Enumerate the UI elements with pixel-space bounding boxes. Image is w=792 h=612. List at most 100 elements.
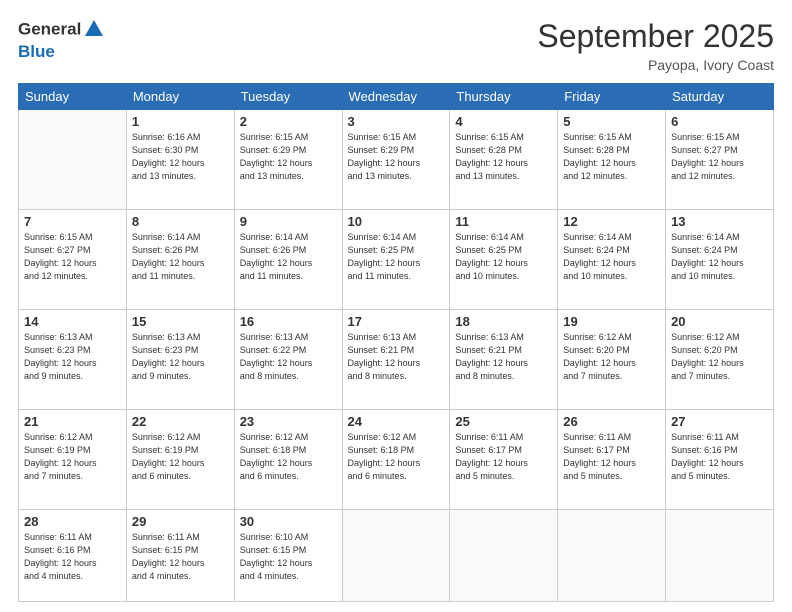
table-cell: 11 Sunrise: 6:14 AMSunset: 6:25 PMDayligh… [450, 210, 558, 310]
day-info: Sunrise: 6:14 AMSunset: 6:24 PMDaylight:… [563, 231, 660, 283]
table-cell: 26 Sunrise: 6:11 AMSunset: 6:17 PMDayligh… [558, 410, 666, 510]
location: Payopa, Ivory Coast [537, 57, 774, 73]
table-cell: 8 Sunrise: 6:14 AMSunset: 6:26 PMDaylight… [126, 210, 234, 310]
day-info: Sunrise: 6:12 AMSunset: 6:18 PMDaylight:… [348, 431, 445, 483]
day-number: 29 [132, 514, 229, 529]
table-cell [19, 110, 127, 210]
day-number: 12 [563, 214, 660, 229]
day-info: Sunrise: 6:11 AMSunset: 6:17 PMDaylight:… [563, 431, 660, 483]
header-monday: Monday [126, 84, 234, 110]
day-info: Sunrise: 6:15 AMSunset: 6:27 PMDaylight:… [671, 131, 768, 183]
day-number: 1 [132, 114, 229, 129]
day-number: 5 [563, 114, 660, 129]
header-tuesday: Tuesday [234, 84, 342, 110]
table-cell: 4 Sunrise: 6:15 AMSunset: 6:28 PMDaylight… [450, 110, 558, 210]
table-cell [666, 510, 774, 602]
title-area: September 2025 Payopa, Ivory Coast [537, 18, 774, 73]
table-cell: 28 Sunrise: 6:11 AMSunset: 6:16 PMDayligh… [19, 510, 127, 602]
day-info: Sunrise: 6:14 AMSunset: 6:24 PMDaylight:… [671, 231, 768, 283]
table-cell: 23 Sunrise: 6:12 AMSunset: 6:18 PMDayligh… [234, 410, 342, 510]
table-cell: 6 Sunrise: 6:15 AMSunset: 6:27 PMDaylight… [666, 110, 774, 210]
table-cell: 10 Sunrise: 6:14 AMSunset: 6:25 PMDayligh… [342, 210, 450, 310]
table-cell [450, 510, 558, 602]
day-info: Sunrise: 6:15 AMSunset: 6:29 PMDaylight:… [348, 131, 445, 183]
table-cell [342, 510, 450, 602]
day-number: 4 [455, 114, 552, 129]
table-cell [558, 510, 666, 602]
day-info: Sunrise: 6:11 AMSunset: 6:17 PMDaylight:… [455, 431, 552, 483]
table-cell: 30 Sunrise: 6:10 AMSunset: 6:15 PMDayligh… [234, 510, 342, 602]
header-sunday: Sunday [19, 84, 127, 110]
day-info: Sunrise: 6:11 AMSunset: 6:15 PMDaylight:… [132, 531, 229, 583]
day-info: Sunrise: 6:14 AMSunset: 6:25 PMDaylight:… [348, 231, 445, 283]
day-info: Sunrise: 6:12 AMSunset: 6:18 PMDaylight:… [240, 431, 337, 483]
table-cell: 14Sunrise: 6:13 AMSunset: 6:23 PMDayligh… [19, 310, 127, 410]
day-number: 23 [240, 414, 337, 429]
day-number: 8 [132, 214, 229, 229]
day-number: 20 [671, 314, 768, 329]
day-info: Sunrise: 6:11 AMSunset: 6:16 PMDaylight:… [24, 531, 121, 583]
logo-general: General [18, 19, 81, 38]
day-info: Sunrise: 6:14 AMSunset: 6:26 PMDaylight:… [132, 231, 229, 283]
day-number: 17 [348, 314, 445, 329]
month-title: September 2025 [537, 18, 774, 55]
day-info: Sunrise: 6:13 AMSunset: 6:23 PMDaylight:… [132, 331, 229, 383]
logo: General Blue [18, 18, 105, 62]
table-cell: 15 Sunrise: 6:13 AMSunset: 6:23 PMDayligh… [126, 310, 234, 410]
table-cell: 16Sunrise: 6:13 AMSunset: 6:22 PMDayligh… [234, 310, 342, 410]
header-wednesday: Wednesday [342, 84, 450, 110]
day-info: Sunrise: 6:12 AMSunset: 6:20 PMDaylight:… [563, 331, 660, 383]
day-number: 19 [563, 314, 660, 329]
day-number: 25 [455, 414, 552, 429]
day-info: Sunrise: 6:15 AMSunset: 6:29 PMDaylight:… [240, 131, 337, 183]
header-friday: Friday [558, 84, 666, 110]
day-info: Sunrise: 6:15 AMSunset: 6:28 PMDaylight:… [455, 131, 552, 183]
day-info: Sunrise: 6:13 AMSunset: 6:21 PMDaylight:… [348, 331, 445, 383]
day-number: 15 [132, 314, 229, 329]
day-number: 13 [671, 214, 768, 229]
day-number: 3 [348, 114, 445, 129]
day-number: 11 [455, 214, 552, 229]
table-cell: 21Sunrise: 6:12 AMSunset: 6:19 PMDayligh… [19, 410, 127, 510]
table-cell: 9 Sunrise: 6:14 AMSunset: 6:26 PMDaylight… [234, 210, 342, 310]
day-number: 22 [132, 414, 229, 429]
day-info: Sunrise: 6:12 AMSunset: 6:20 PMDaylight:… [671, 331, 768, 383]
table-cell: 18Sunrise: 6:13 AMSunset: 6:21 PMDayligh… [450, 310, 558, 410]
logo-blue: Blue [18, 42, 105, 62]
table-cell: 5 Sunrise: 6:15 AMSunset: 6:28 PMDaylight… [558, 110, 666, 210]
day-number: 9 [240, 214, 337, 229]
table-cell: 13 Sunrise: 6:14 AMSunset: 6:24 PMDayligh… [666, 210, 774, 310]
day-number: 2 [240, 114, 337, 129]
day-number: 6 [671, 114, 768, 129]
day-number: 24 [348, 414, 445, 429]
day-number: 28 [24, 514, 121, 529]
header-thursday: Thursday [450, 84, 558, 110]
table-cell: 20 Sunrise: 6:12 AMSunset: 6:20 PMDayligh… [666, 310, 774, 410]
header: General Blue September 2025 Payopa, Ivor… [18, 18, 774, 73]
table-cell: 12 Sunrise: 6:14 AMSunset: 6:24 PMDayligh… [558, 210, 666, 310]
day-number: 26 [563, 414, 660, 429]
day-info: Sunrise: 6:10 AMSunset: 6:15 PMDaylight:… [240, 531, 337, 583]
weekday-header-row: Sunday Monday Tuesday Wednesday Thursday… [19, 84, 774, 110]
day-number: 27 [671, 414, 768, 429]
day-number: 30 [240, 514, 337, 529]
day-info: Sunrise: 6:15 AMSunset: 6:28 PMDaylight:… [563, 131, 660, 183]
day-number: 10 [348, 214, 445, 229]
table-cell: 27 Sunrise: 6:11 AMSunset: 6:16 PMDayligh… [666, 410, 774, 510]
day-info: Sunrise: 6:16 AMSunset: 6:30 PMDaylight:… [132, 131, 229, 183]
day-number: 16 [240, 314, 337, 329]
day-info: Sunrise: 6:13 AMSunset: 6:21 PMDaylight:… [455, 331, 552, 383]
day-info: Sunrise: 6:14 AMSunset: 6:25 PMDaylight:… [455, 231, 552, 283]
page: General Blue September 2025 Payopa, Ivor… [0, 0, 792, 612]
day-info: Sunrise: 6:11 AMSunset: 6:16 PMDaylight:… [671, 431, 768, 483]
day-info: Sunrise: 6:14 AMSunset: 6:26 PMDaylight:… [240, 231, 337, 283]
table-cell: 19 Sunrise: 6:12 AMSunset: 6:20 PMDayligh… [558, 310, 666, 410]
calendar: Sunday Monday Tuesday Wednesday Thursday… [18, 83, 774, 602]
table-cell: 7Sunrise: 6:15 AMSunset: 6:27 PMDaylight… [19, 210, 127, 310]
table-cell: 3 Sunrise: 6:15 AMSunset: 6:29 PMDaylight… [342, 110, 450, 210]
table-cell: 22 Sunrise: 6:12 AMSunset: 6:19 PMDayligh… [126, 410, 234, 510]
day-info: Sunrise: 6:12 AMSunset: 6:19 PMDaylight:… [132, 431, 229, 483]
table-cell: 2 Sunrise: 6:15 AMSunset: 6:29 PMDaylight… [234, 110, 342, 210]
table-cell: 25 Sunrise: 6:11 AMSunset: 6:17 PMDayligh… [450, 410, 558, 510]
table-cell: 1 Sunrise: 6:16 AMSunset: 6:30 PMDaylight… [126, 110, 234, 210]
